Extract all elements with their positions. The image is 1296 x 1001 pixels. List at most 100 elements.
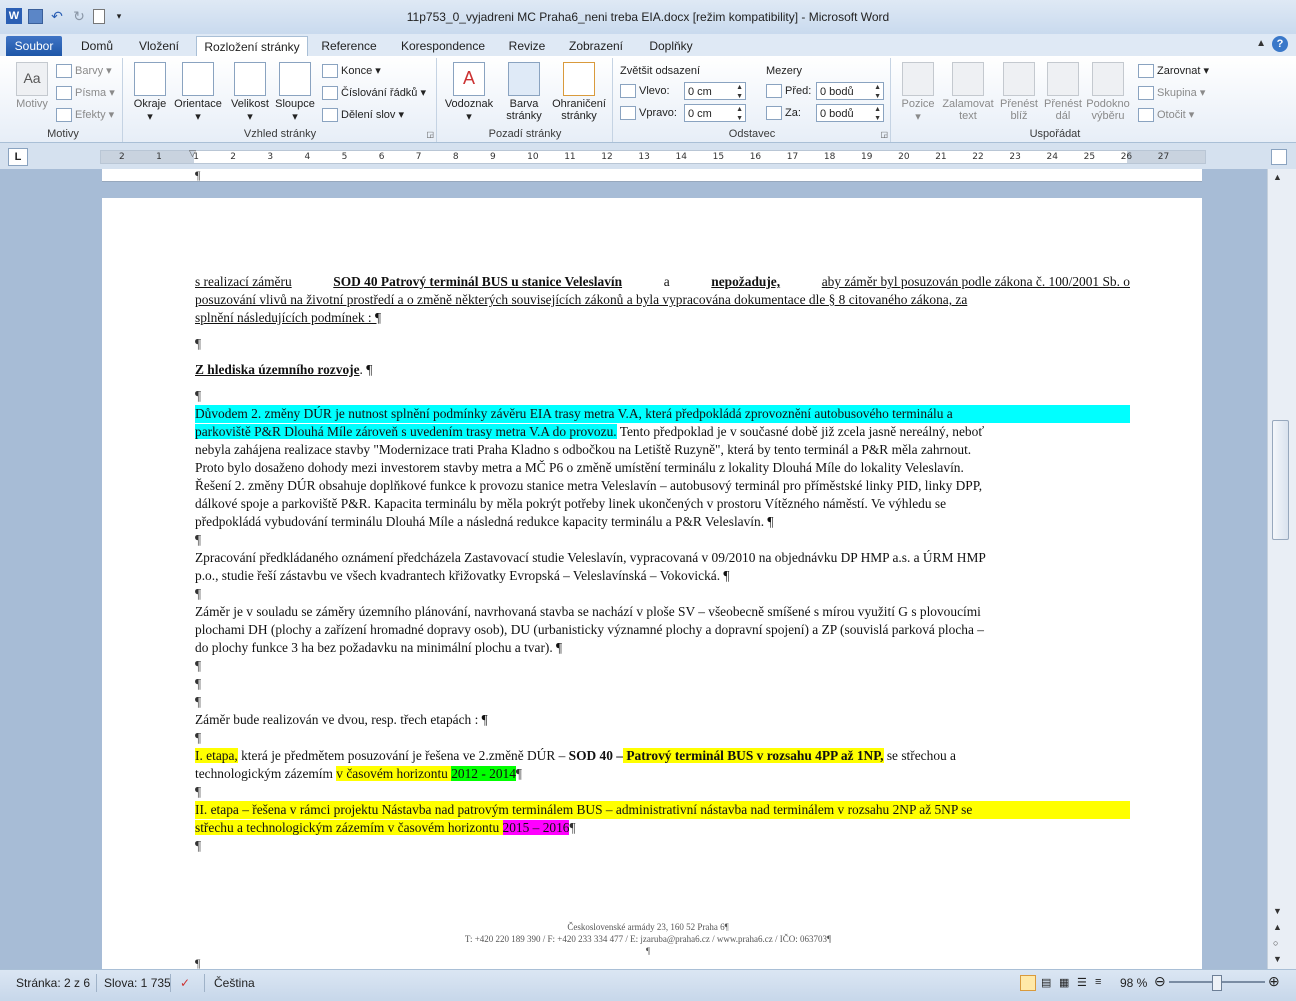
doc-pilcrow: ¶ — [195, 694, 202, 709]
doc-line[interactable]: Proto bylo dosaženo dohody mezi investor… — [195, 459, 1130, 477]
tab-selector[interactable]: L — [8, 148, 28, 166]
spellcheck-icon[interactable]: ✓ — [180, 976, 190, 990]
margins-button[interactable]: Okraje ▾ — [128, 60, 172, 123]
watermark-button[interactable]: A Vodoznak ▾ — [440, 60, 498, 123]
spinner-arrows-icon[interactable]: ▲ ▼ — [736, 83, 743, 101]
themes-label: Motivy — [16, 98, 48, 110]
selection-pane-icon — [1092, 62, 1124, 96]
doc-line[interactable]: nebyla zahájena realizace stavby "Modern… — [195, 441, 1130, 459]
zoom-level[interactable]: 98 % — [1120, 976, 1147, 990]
tab-korespondence[interactable]: Korespondence — [392, 36, 494, 56]
full-screen-view-icon[interactable]: ▤ — [1041, 976, 1051, 989]
tab-domu[interactable]: Domů — [68, 36, 126, 56]
size-button[interactable]: Velikost ▾ — [226, 60, 274, 123]
doc-line[interactable]: Záměr bude realizován ve dvou, resp. tře… — [195, 711, 1130, 729]
indent-right-input[interactable]: 0 cm ▲ ▼ — [684, 104, 746, 122]
spinner-arrows-icon[interactable]: ▲ ▼ — [874, 105, 881, 123]
tab-zobrazeni[interactable]: Zobrazení — [562, 36, 630, 56]
orientation-button[interactable]: Orientace ▾ — [172, 60, 224, 123]
word-count[interactable]: Slova: 1 735 — [104, 976, 171, 990]
page-color-button[interactable]: Barva stránky — [500, 60, 548, 122]
send-backward-button[interactable]: Přenést dál — [1040, 60, 1086, 122]
help-icon[interactable]: ? — [1272, 36, 1288, 52]
hyphenation-button[interactable]: Dělení slov ▾ — [322, 106, 404, 124]
tab-rozlozeni-stranky[interactable]: Rozložení stránky — [196, 36, 308, 57]
spinner-arrows-icon[interactable]: ▲ ▼ — [736, 105, 743, 123]
doc-line[interactable]: střechu a technologickým zázemím v časov… — [195, 819, 1130, 837]
doc-line[interactable]: dálkové spoje a parkoviště P&R. Kapacita… — [195, 495, 1130, 513]
spacing-before-label: Před: — [766, 82, 811, 100]
ruler-toggle-icon[interactable] — [1271, 149, 1287, 165]
spinner-arrows-icon[interactable]: ▲ ▼ — [874, 83, 881, 101]
tab-soubor[interactable]: Soubor — [6, 36, 62, 56]
zoom-out-icon[interactable]: ⊖ — [1154, 973, 1166, 990]
bring-forward-button[interactable]: Přenést blíž — [996, 60, 1042, 122]
tab-doplnky[interactable]: Doplňky — [640, 36, 702, 56]
page-borders-button[interactable]: Ohraničení stránky — [548, 60, 610, 122]
doc-line[interactable]: předpokládá vybudování terminálu Dlouhá … — [195, 513, 1130, 531]
vertical-scrollbar[interactable] — [1267, 169, 1296, 969]
language[interactable]: Čeština — [214, 976, 255, 990]
paragraph-launcher-icon[interactable]: ◲ — [880, 130, 888, 139]
group-button[interactable]: Skupina ▾ — [1138, 84, 1205, 102]
effects-button[interactable]: Efekty ▾ — [56, 106, 114, 124]
breaks-button[interactable]: Konce ▾ — [322, 62, 381, 80]
scrollbar-thumb[interactable] — [1272, 420, 1289, 540]
draft-view-icon[interactable]: ≡ — [1095, 976, 1101, 988]
zoom-in-icon[interactable]: ⊕ — [1268, 973, 1280, 990]
doc-line[interactable]: Záměr je v souladu se záměry územního pl… — [195, 603, 1130, 621]
wrap-text-button[interactable]: Zalamovat text — [940, 60, 996, 122]
spacing-after-input[interactable]: 0 bodů ▲ ▼ — [816, 104, 884, 122]
spacing-before-input[interactable]: 0 bodů ▲ ▼ — [816, 82, 884, 100]
outline-view-icon[interactable]: ☰ — [1077, 976, 1087, 989]
doc-line[interactable]: splnění následujících podmínek : ¶ — [195, 309, 1130, 327]
scroll-down-arrow-icon[interactable]: ▼ — [1273, 906, 1282, 916]
doc-line[interactable]: technologickým zázemím v časovém horizon… — [195, 765, 1130, 783]
doc-line[interactable]: s realizací záměru SOD 40 Patrový termin… — [195, 273, 1130, 291]
doc-line[interactable]: parkoviště P&R Dlouhá Míle zároveň s uve… — [195, 423, 1130, 441]
doc-line[interactable]: plochami DH (plochy a zařízení hromadné … — [195, 621, 1130, 639]
align-button[interactable]: Zarovnat ▾ — [1138, 62, 1209, 80]
doc-line[interactable]: p.o., studie řeší zástavbu ve všech kvad… — [195, 567, 1130, 585]
position-button[interactable]: Pozice ▾ — [896, 60, 940, 123]
doc-line[interactable]: do plochy funkce 3 ha bez požadavku na m… — [195, 639, 1130, 657]
doc-line[interactable]: posuzování vlivů na životní prostředí a … — [195, 291, 1130, 309]
previous-page-icon[interactable]: ▲ — [1273, 922, 1282, 932]
fonts-button[interactable]: Písma ▾ — [56, 84, 115, 102]
indent-left-input[interactable]: 0 cm ▲ ▼ — [684, 82, 746, 100]
doc-line[interactable]: I. etapa, která je předmětem posuzování … — [195, 747, 1130, 765]
themes-button[interactable]: Aa Motivy — [10, 60, 54, 110]
selection-pane-button[interactable]: Podokno výběru — [1084, 60, 1132, 122]
zoom-slider-knob[interactable] — [1212, 975, 1222, 991]
doc-line[interactable]: Zpracování předkládaného oznámení předch… — [195, 549, 1130, 567]
web-layout-view-icon[interactable]: ▦ — [1059, 976, 1069, 989]
first-line-indent-marker[interactable]: ▽ — [189, 148, 196, 159]
doc-line[interactable]: Řešení 2. změny DÚR obsahuje doplňkové f… — [195, 477, 1130, 495]
tab-revize[interactable]: Revize — [502, 36, 552, 56]
rotate-button[interactable]: Otočit ▾ — [1138, 106, 1194, 124]
columns-button[interactable]: Sloupce ▾ — [272, 60, 318, 123]
doc-line-highlighted[interactable]: II. etapa – řešena v rámci projektu Nást… — [195, 801, 1130, 819]
line-numbers-label: Číslování řádků — [341, 87, 418, 99]
page-count[interactable]: Stránka: 2 z 6 — [16, 976, 90, 990]
browse-object-icon[interactable]: ○ — [1273, 938, 1278, 948]
print-layout-view-icon[interactable] — [1020, 975, 1036, 991]
scroll-up-arrow-icon[interactable]: ▲ — [1273, 172, 1282, 182]
colors-button[interactable]: Barvy ▾ — [56, 62, 112, 80]
zoom-slider[interactable] — [1169, 975, 1265, 991]
next-page-icon[interactable]: ▼ — [1273, 954, 1282, 964]
line-numbers-button[interactable]: Číslování řádků ▾ — [322, 84, 426, 102]
doc-heading[interactable]: Z hlediska územního rozvoje. ¶ — [195, 361, 1130, 379]
minimize-ribbon-icon[interactable]: ▲ — [1256, 38, 1266, 49]
tab-vlozeni[interactable]: Vložení — [130, 36, 188, 56]
page-setup-launcher-icon[interactable]: ◲ — [426, 130, 434, 139]
tab-reference[interactable]: Reference — [314, 36, 384, 56]
rotate-icon — [1138, 108, 1154, 123]
highlight-yellow: v časovém horizontu — [336, 766, 452, 781]
highlight-green: 2012 - 2014 — [451, 766, 516, 781]
status-separator — [204, 974, 205, 992]
horizontal-ruler[interactable]: 2 1 1 2 3 4 5 6 7 8 9 10 11 12 13 14 15 16 17 18 19 20 21 22 23 2… — [100, 150, 1206, 164]
doc-text: aby záměr byl posuzován podle zákona č. … — [821, 274, 1130, 289]
highlight-cyan: parkoviště P&R Dlouhá Míle zároveň s uve… — [195, 424, 617, 439]
doc-line-highlighted[interactable]: Důvodem 2. změny DÚR je nutnost splnění … — [195, 405, 1130, 423]
